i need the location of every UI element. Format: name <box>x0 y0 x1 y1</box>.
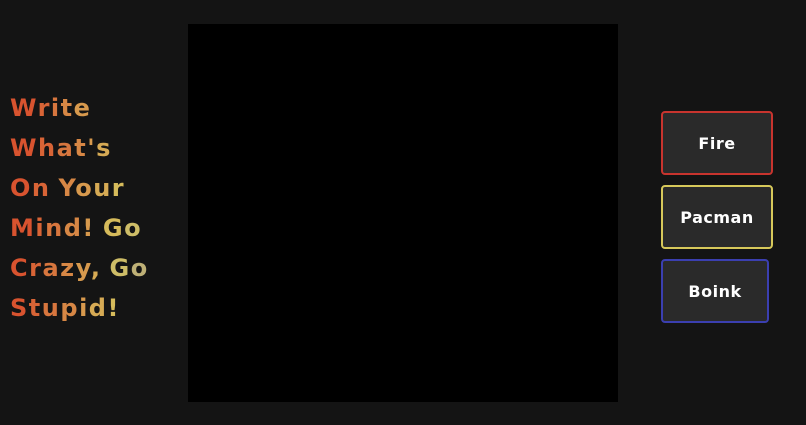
headline-line-6: Stupid! <box>10 288 180 328</box>
headline-word: What's <box>10 134 112 162</box>
headline-word: Write <box>10 94 92 122</box>
pacman-button[interactable]: Pacman <box>661 185 773 249</box>
headline-word: Go <box>102 214 143 242</box>
fire-button[interactable]: Fire <box>661 111 773 175</box>
headline-line-2: What's <box>10 128 180 168</box>
headline-word: Stupid! <box>10 294 120 322</box>
boink-button[interactable]: Boink <box>661 259 769 323</box>
headline-line-5: Crazy, Go <box>10 248 180 288</box>
headline-line-4: Mind! Go <box>10 208 180 248</box>
app-page: Write What's On Your Mind! Go Crazy, Go Stu… <box>0 0 806 425</box>
headline-line-3: On Your <box>10 168 180 208</box>
headline-word: On <box>10 174 51 202</box>
headline-word: Your <box>58 174 126 202</box>
headline-word: Mind! <box>10 214 95 242</box>
headline: Write What's On Your Mind! Go Crazy, Go Stu… <box>10 88 180 328</box>
headline-line-1: Write <box>10 88 180 128</box>
headline-word: Go <box>109 254 149 282</box>
headline-word: Crazy, <box>10 254 102 282</box>
drawing-canvas[interactable] <box>188 24 618 402</box>
